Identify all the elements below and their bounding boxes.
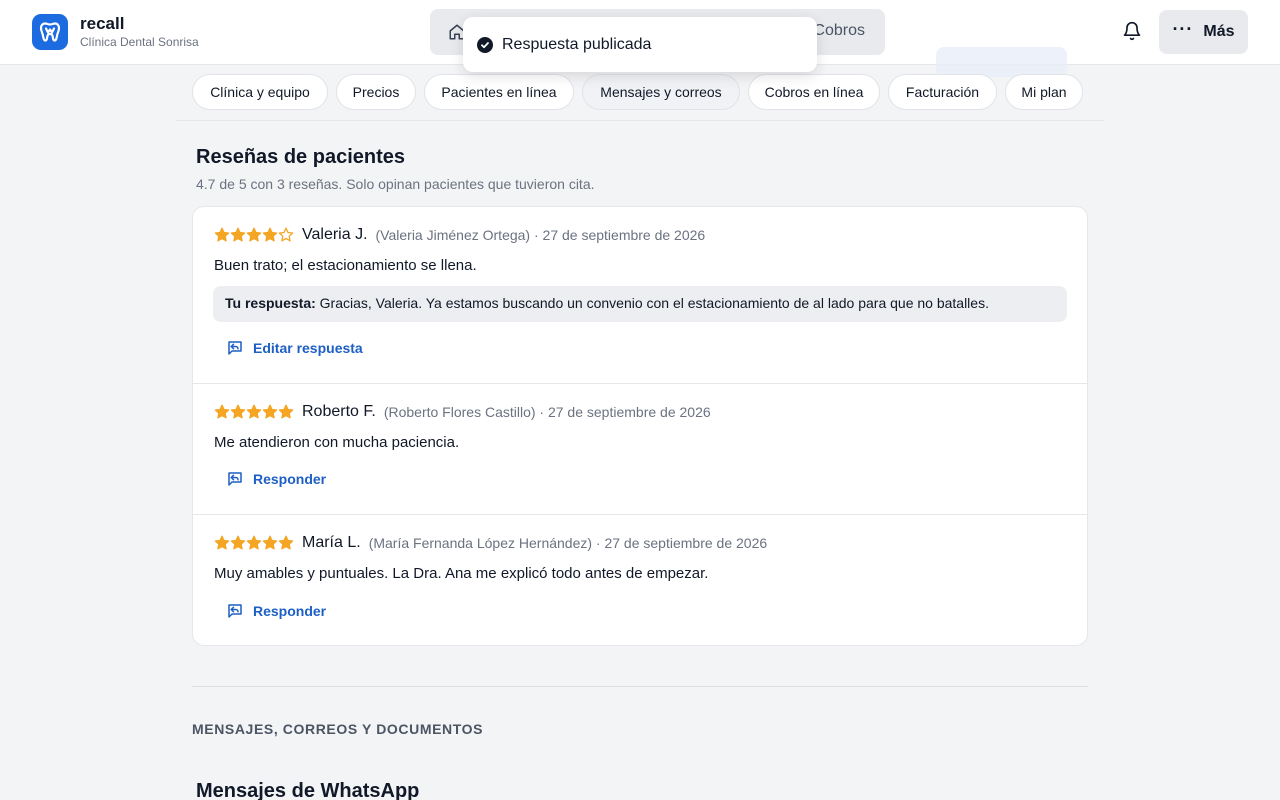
review-item: Roberto F. (Roberto Flores Castillo) · 2… [193,383,1087,514]
star-filled-icon [262,404,278,419]
star-filled-icon [230,227,246,242]
star-filled-icon [214,227,230,242]
star-filled-icon [230,535,246,550]
review-item: María L. (María Fernanda López Hernández… [193,514,1087,645]
star-filled-icon [246,535,262,550]
reviews-card: Valeria J. (Valeria Jiménez Ortega) · 27… [192,206,1088,646]
more-label: Más [1203,23,1235,40]
tab-clinica-equipo[interactable]: Clínica y equipo [192,74,328,110]
tab-mensajes-correos[interactable]: Mensajes y correos [582,74,740,110]
review-meta: (Valeria Jiménez Ortega) · 27 de septiem… [375,227,706,243]
star-filled-icon [214,404,230,419]
reviewer-name: Roberto F. [302,403,376,420]
review-meta: (Roberto Flores Castillo) · 27 de septie… [383,404,711,420]
toast-notification: Respuesta publicada [463,17,817,72]
tab-cobros-en-linea[interactable]: Cobros en línea [748,74,880,110]
reviews-title: Reseñas de pacientes [196,146,405,168]
reply-icon [228,604,242,618]
reply-icon [228,472,242,486]
settings-tabs: Clínica y equipo Precios Pacientes en lí… [176,65,1104,121]
star-filled-icon [214,535,230,550]
tooth-logo-icon [32,14,68,50]
tab-facturacion[interactable]: Facturación [888,74,997,110]
star-empty-icon [278,227,294,242]
reply-text: Gracias, Valeria. Ya estamos buscando un… [319,295,989,311]
clinic-name: Clínica Dental Sonrisa [80,35,199,49]
edit-reply-button[interactable]: Editar respuesta [226,339,363,357]
more-dots-icon: ··· [1172,18,1194,39]
app-name: recall [80,14,125,33]
review-text: Me atendieron con mucha paciencia. [214,434,460,451]
group-label: MENSAJES, CORREOS Y DOCUMENTOS [192,721,484,737]
whatsapp-section-title: Mensajes de WhatsApp [196,780,420,800]
star-filled-icon [246,404,262,419]
more-button[interactable]: ··· Más [1159,10,1248,54]
reviewer-name: Valeria J. [302,226,368,243]
star-filled-icon [230,404,246,419]
star-filled-icon [262,535,278,550]
star-filled-icon [262,227,278,242]
nav-item-cobros[interactable]: Cobros [813,22,865,40]
reply-button[interactable]: Responder [226,602,326,620]
reply-box: Tu respuesta: Gracias, Valeria. Ya estam… [213,286,1067,322]
tab-precios[interactable]: Precios [336,74,416,110]
reply-label: Tu respuesta: [225,295,316,311]
review-text: Buen trato; el estacionamiento se llena. [214,257,477,274]
reviewer-name: María L. [302,534,361,551]
bell-icon[interactable] [1122,21,1142,46]
star-filled-icon [246,227,262,242]
reply-label: Responder [253,471,327,487]
reply-button[interactable]: Responder [226,470,326,488]
review-item: Valeria J. (Valeria Jiménez Ortega) · 27… [193,207,1087,383]
edit-reply-label: Editar respuesta [253,340,363,356]
section-divider [192,686,1088,687]
star-rating [214,404,294,420]
star-rating [214,535,294,551]
reply-icon [228,341,242,355]
toast-text: Respuesta publicada [502,35,652,53]
star-rating [214,227,294,243]
review-meta: (María Fernanda López Hernández) · 27 de… [368,535,768,551]
star-filled-icon [278,404,294,419]
tab-mi-plan[interactable]: Mi plan [1005,74,1083,110]
brand[interactable]: recall Clínica Dental Sonrisa [32,14,199,50]
tab-pacientes-en-linea[interactable]: Pacientes en línea [424,74,574,110]
reply-label: Responder [253,603,327,619]
reviews-subtitle: 4.7 de 5 con 3 reseñas. Solo opinan paci… [196,176,595,192]
check-circle-icon [477,36,493,53]
star-filled-icon [278,535,294,550]
review-text: Muy amables y puntuales. La Dra. Ana me … [214,565,709,582]
